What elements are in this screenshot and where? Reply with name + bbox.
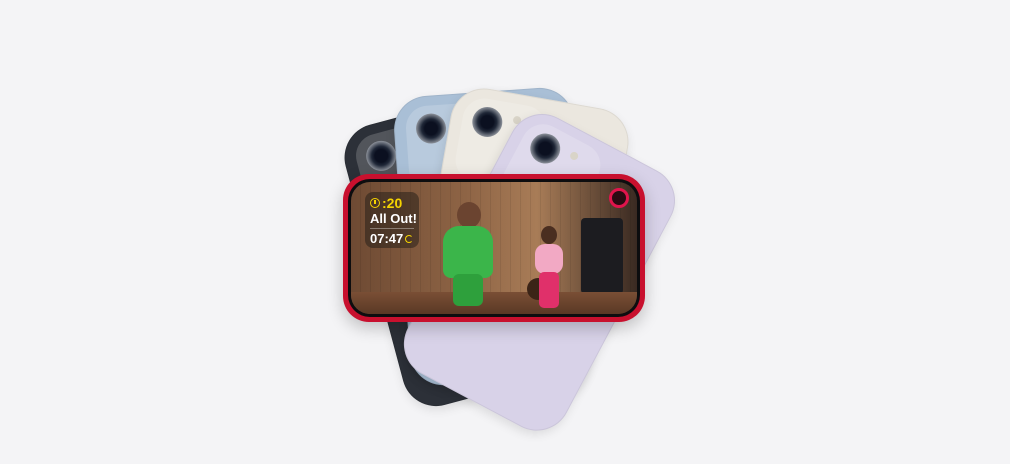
interval-time: :20 [382,195,403,211]
trainer-head [457,202,481,228]
phone-red-landscape: :20 All Out! 07:47 [343,174,645,322]
product-hero: :20 All Out! 07:47 [0,0,1010,464]
workout-video: :20 All Out! 07:47 [351,182,637,314]
activity-ring-icon [609,188,629,208]
timer-icon [370,198,380,208]
weight-rack [581,218,623,294]
elapsed-time: 07:47 [370,231,404,246]
workout-overlay: :20 All Out! 07:47 [365,192,419,248]
phone-screen: :20 All Out! 07:47 [348,179,640,317]
trainer-green-shorts [453,274,483,306]
trainer2-pink-leggings [539,272,559,308]
progress-ring-icon [405,234,414,243]
interval-label: All Out! [370,211,417,226]
trainer2-head [541,226,557,244]
elapsed-row: 07:47 [370,231,414,246]
trainer2-pink-top [535,244,563,274]
overlay-divider [370,228,414,229]
interval-row: :20 [370,195,414,211]
trainer-green-shirt [443,226,493,278]
